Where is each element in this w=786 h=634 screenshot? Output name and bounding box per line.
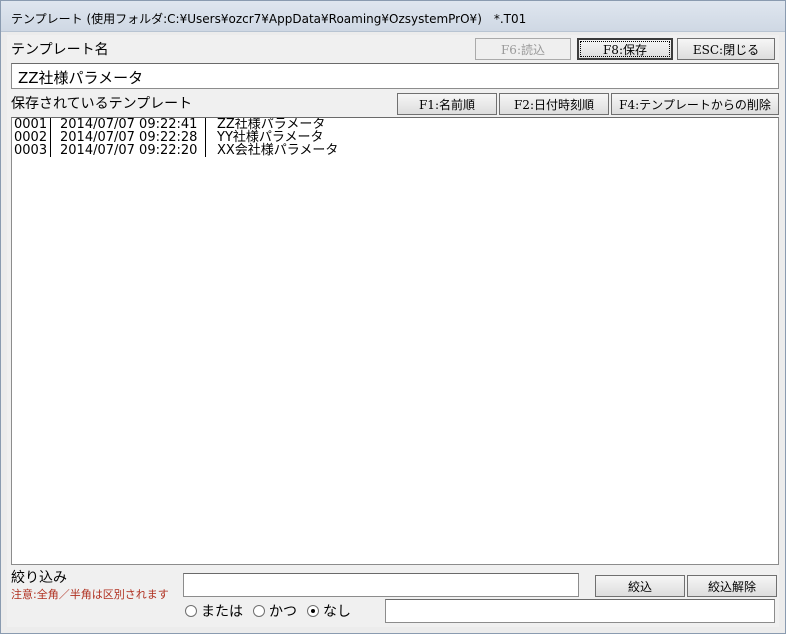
radio-or[interactable]: または — [185, 601, 243, 621]
filter-input[interactable] — [183, 573, 579, 597]
template-name-input[interactable]: ZZ社様パラメータ — [11, 63, 779, 89]
template-name-label: テンプレート名 — [11, 42, 109, 58]
sort-by-name-button[interactable]: F1:名前順 — [397, 93, 497, 115]
column-divider — [50, 131, 51, 144]
second-filter-input[interactable] — [385, 599, 775, 623]
filter-mode-radio-group: または かつ なし — [185, 601, 361, 621]
radio-button-icon[interactable] — [185, 605, 197, 617]
radio-button-selected-icon[interactable] — [307, 605, 319, 617]
column-divider — [205, 131, 206, 144]
column-divider — [50, 118, 51, 131]
column-divider — [205, 144, 206, 157]
radio-none-label: なし — [323, 604, 351, 620]
row-name: XX会社様パラメータ — [217, 143, 339, 158]
delete-template-button[interactable]: F4:テンプレートからの削除 — [611, 93, 779, 115]
radio-button-icon[interactable] — [253, 605, 265, 617]
radio-and[interactable]: かつ — [253, 601, 297, 621]
row-number: 0003 — [14, 143, 48, 158]
radio-and-label: かつ — [269, 604, 297, 620]
load-button[interactable]: F6:読込 — [475, 38, 571, 60]
saved-templates-label: 保存されているテンプレート — [11, 96, 193, 112]
window-title: テンプレート (使用フォルダ:C:¥Users¥ozcr7¥AppData¥Ro… — [11, 12, 527, 26]
column-divider — [205, 118, 206, 131]
template-dialog: テンプレート (使用フォルダ:C:¥Users¥ozcr7¥AppData¥Ro… — [0, 0, 786, 634]
sort-by-date-button[interactable]: F2:日付時刻順 — [499, 93, 609, 115]
filter-note: 注意:全角／半角は区別されます — [11, 588, 169, 601]
save-button[interactable]: F8:保存 — [577, 38, 673, 60]
filter-label: 絞り込み — [11, 570, 67, 586]
template-list[interactable]: 0001 2014/07/07 09:22:41 ZZ社様パラメータ 0002 … — [11, 117, 779, 565]
dialog-body: テンプレート名 F6:読込 F8:保存 ESC:閉じる ZZ社様パラメータ 保存… — [7, 35, 779, 627]
clear-filter-button[interactable]: 絞込解除 — [687, 575, 777, 597]
column-divider — [50, 144, 51, 157]
list-item[interactable]: 0003 2014/07/07 09:22:20 XX会社様パラメータ — [12, 144, 778, 157]
radio-or-label: または — [201, 604, 243, 620]
filter-button[interactable]: 絞込 — [595, 575, 685, 597]
title-bar: テンプレート (使用フォルダ:C:¥Users¥ozcr7¥AppData¥Ro… — [1, 1, 785, 32]
radio-none[interactable]: なし — [307, 601, 351, 621]
row-datetime: 2014/07/07 09:22:20 — [60, 143, 198, 158]
close-button[interactable]: ESC:閉じる — [677, 38, 775, 60]
